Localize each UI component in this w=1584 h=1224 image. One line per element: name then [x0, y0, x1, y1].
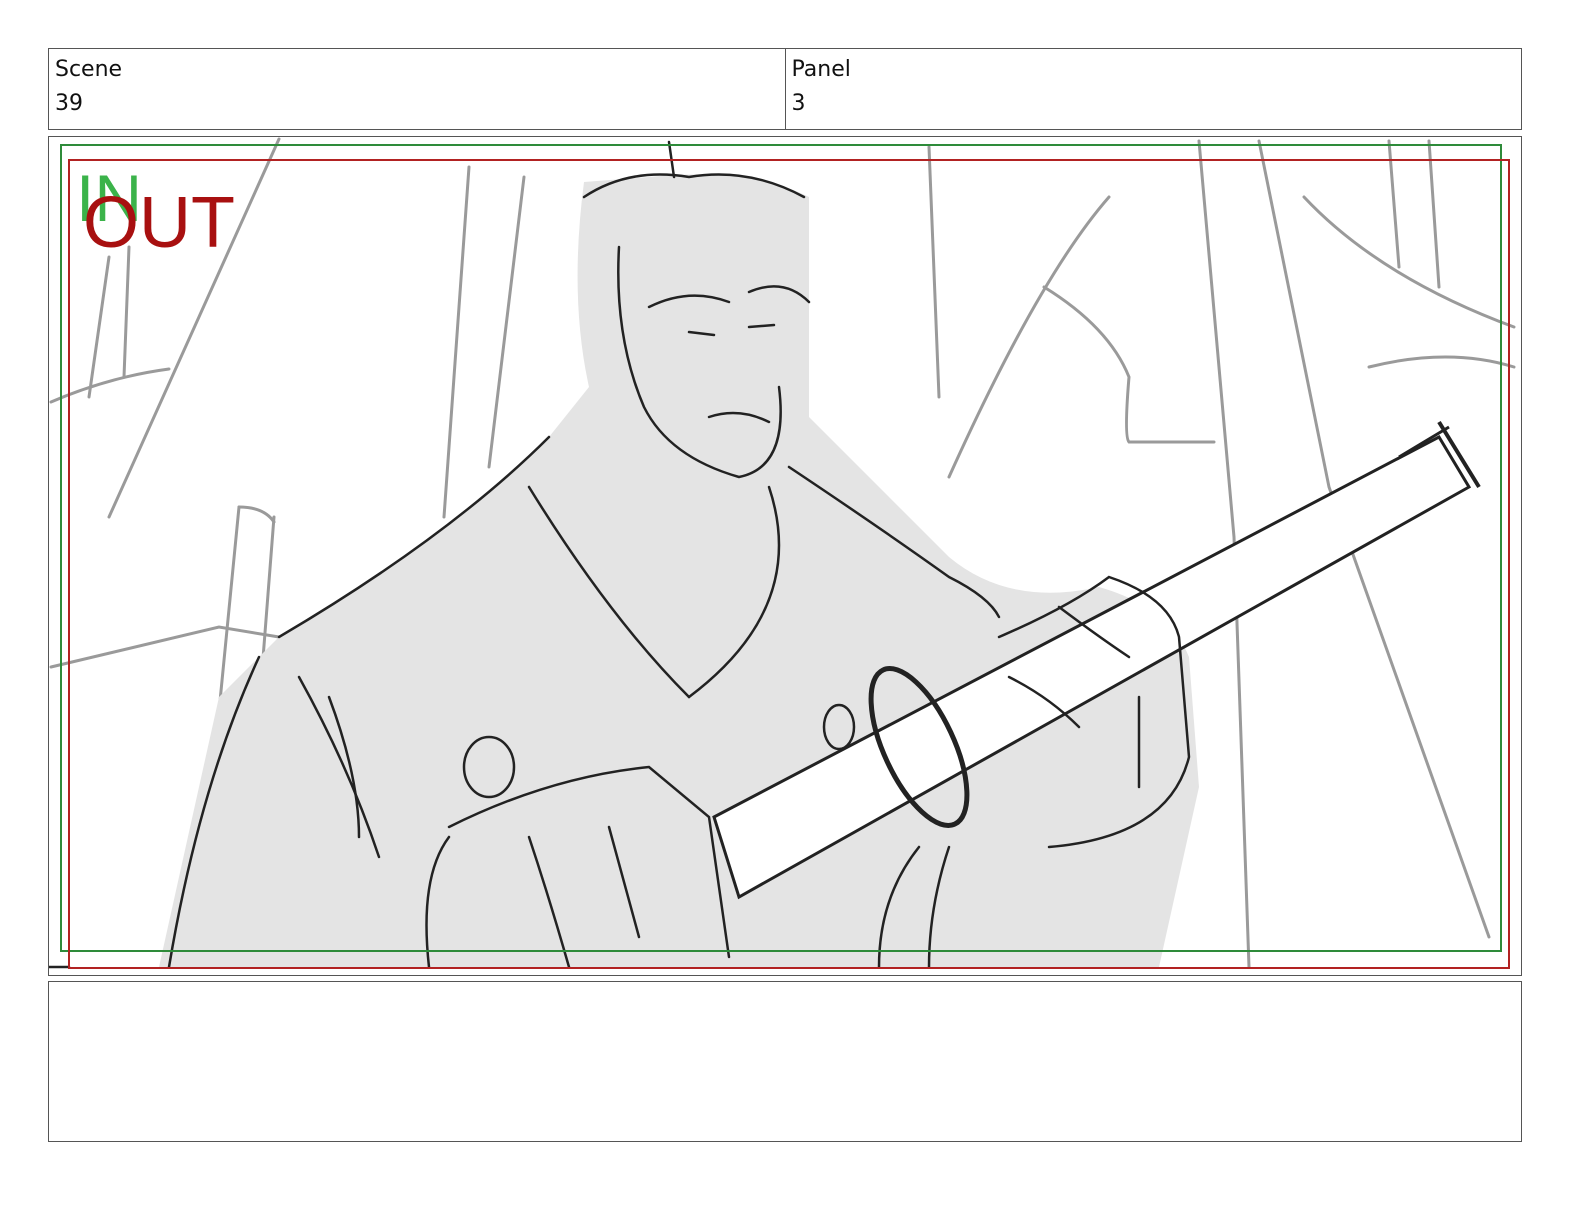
panel-cell: Panel 3 [784, 49, 1522, 129]
out-label: OUT [83, 183, 235, 263]
scene-number[interactable]: 39 [55, 89, 785, 119]
storyboard-frame[interactable]: IN OUT [48, 136, 1522, 976]
scene-cell: Scene 39 [49, 49, 785, 129]
out-safe-area-frame [68, 159, 1510, 969]
scene-label: Scene [55, 57, 123, 82]
panel-number[interactable]: 3 [792, 89, 1522, 119]
panel-header: Scene 39 Panel 3 [48, 48, 1522, 130]
panel-notes-box[interactable] [48, 981, 1522, 1142]
panel-label: Panel [791, 57, 851, 82]
